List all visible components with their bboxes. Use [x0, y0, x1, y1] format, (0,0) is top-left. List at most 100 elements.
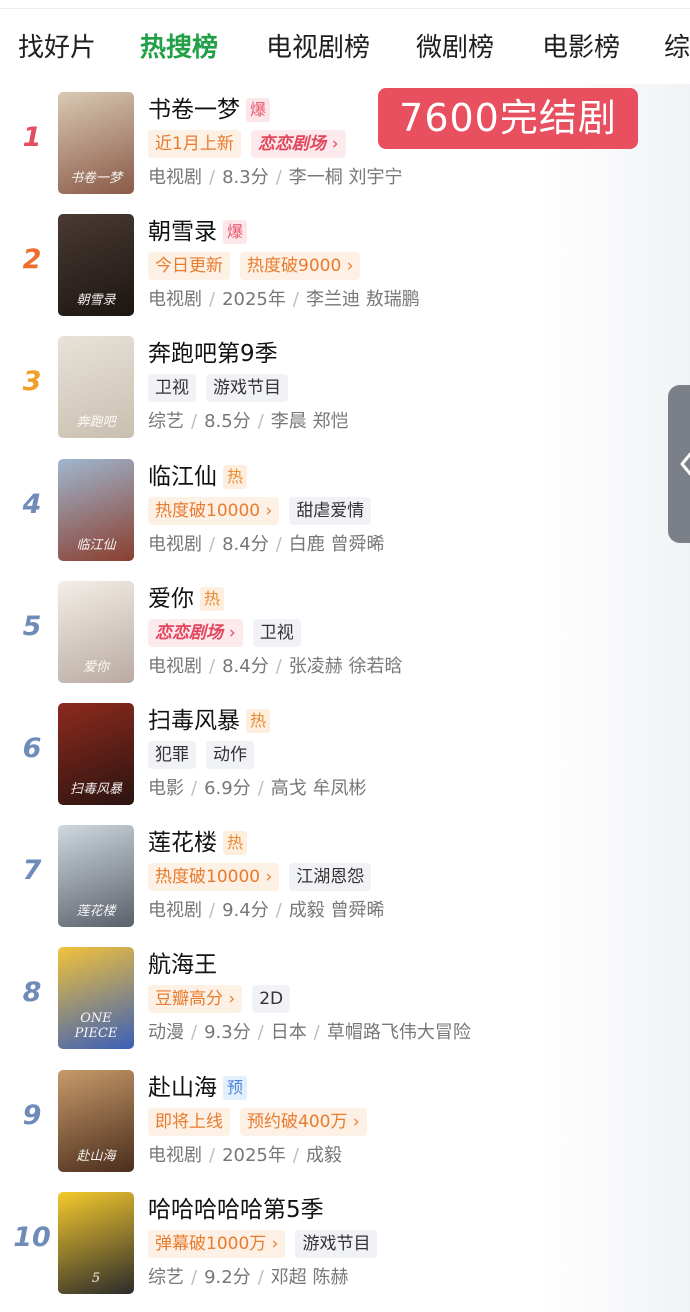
tag-chip[interactable]: 热度破10000 ›	[148, 863, 280, 892]
list-item[interactable]: 7 莲花楼 莲花楼热热度破10000 › 江湖恩怨 电视剧/9.4分 / 成毅 曾舜晞	[0, 821, 690, 929]
meta-field: 9.4分	[222, 900, 269, 922]
meta-separator: /	[209, 289, 216, 311]
tag-chip[interactable]: 犯罪	[148, 741, 196, 769]
title-line: 哈哈哈哈哈第5季	[148, 1194, 324, 1226]
category-tabs: 找好片 热搜榜 电视剧榜 微剧榜 电影榜 综	[0, 26, 690, 70]
list-item[interactable]: 3 奔跑吧 奔跑吧第9季卫视 游戏节目综艺 / 8.5分 / 李晨 郑恺	[0, 332, 690, 440]
tag-label: 恋恋剧场	[257, 134, 326, 154]
poster-title-art: 莲花楼	[76, 904, 116, 920]
list-item[interactable]: 9 赴山海 赴山海预即将上线 预约破400万 › 电视剧/2025年 / 成毅	[0, 1066, 690, 1174]
rank-number: 2	[22, 244, 42, 276]
list-item[interactable]: 10 5 哈哈哈哈哈第5季 弹幕破1000万 › 游戏节目 综艺 / 9.2分 / 邓超 陈赫	[0, 1188, 690, 1296]
poster-image[interactable]: 扫毒风暴	[58, 703, 134, 805]
list-item[interactable]: 6 扫毒风暴 扫毒风暴热犯罪 动作 电影/6.9分 / 高戈 牟凤彬	[0, 699, 690, 807]
meta-field: 8.4分	[222, 533, 269, 555]
tag-chip[interactable]: 甜虐爱情	[289, 496, 372, 525]
meta-field: 电影	[148, 778, 184, 799]
tag-label: 动作	[213, 745, 247, 765]
rank-number: 7	[22, 855, 42, 887]
tag-chip[interactable]: 预约破400万 ›	[240, 1107, 367, 1136]
item-title[interactable]: 书卷一梦	[148, 94, 240, 126]
poster-image[interactable]: 奔跑吧	[58, 336, 134, 439]
heat-badge: 热	[246, 709, 271, 733]
item-title[interactable]: 航海王	[148, 949, 217, 981]
meta-line: 综艺 / 8.5分 / 李晨 郑恺	[148, 408, 349, 436]
chevron-right-icon: ›	[265, 867, 273, 888]
tab-hot-search[interactable]: 热搜榜	[140, 26, 218, 70]
meta-field: 白鹿 曾舜晞	[288, 533, 385, 555]
meta-field: 8.3分	[222, 167, 269, 188]
tag-chip[interactable]: 卫视	[252, 618, 301, 647]
meta-line: 综艺 / 9.2分 / 邓超 陈赫	[148, 1264, 349, 1292]
tag-chip[interactable]: 动作	[206, 741, 254, 769]
meta-field: 邓超 陈赫	[270, 1266, 349, 1288]
tag-line: 豆瓣高分 › 2D	[148, 985, 300, 1014]
tab-movies[interactable]: 电影榜	[542, 26, 620, 70]
meta-separator: /	[209, 1144, 216, 1166]
tag-chip[interactable]: 豆瓣高分 ›	[148, 985, 243, 1014]
poster-image[interactable]: 爱你	[58, 580, 134, 683]
tag-chip[interactable]: 2D	[252, 985, 291, 1014]
tag-chip[interactable]: 游戏节目	[206, 374, 288, 403]
tag-chip[interactable]: 恋恋剧场 ›	[250, 130, 346, 158]
float-side-icon	[680, 452, 690, 476]
tab-good-films[interactable]: 找好片	[18, 26, 96, 70]
poster-image[interactable]: ONE PIECE	[58, 947, 134, 1050]
item-title[interactable]: 赴山海	[148, 1072, 217, 1104]
meta-field: 日本	[270, 1022, 307, 1044]
poster-image[interactable]: 莲花楼	[58, 825, 134, 928]
item-title[interactable]: 莲花楼	[148, 827, 217, 859]
item-title[interactable]: 爱你	[148, 583, 194, 615]
list-item[interactable]: 2 朝雪录 朝雪录爆今日更新 热度破9000 › 电视剧/2025年 / 李兰迪 敖瑞鹏	[0, 210, 690, 318]
tag-chip[interactable]: 近1月上新	[148, 130, 241, 158]
title-line: 航海王	[148, 949, 217, 981]
meta-separator: /	[257, 1022, 264, 1044]
list-item[interactable]: 4 临江仙 临江仙热热度破10000 › 甜虐爱情 电视剧/8.4分 / 白鹿 曾舜晞	[0, 455, 690, 563]
heat-badge: 爆	[246, 98, 271, 122]
tag-chip[interactable]: 热度破10000 ›	[148, 496, 280, 525]
tag-chip[interactable]: 卫视	[148, 374, 196, 403]
overlay-badge: 7600完结剧	[378, 88, 638, 149]
item-title[interactable]: 扫毒风暴	[148, 705, 240, 737]
tag-line: 今日更新 热度破9000 ›	[148, 252, 370, 281]
tag-label: 弹幕破1000万	[155, 1233, 267, 1254]
meta-field: 电视剧	[148, 1144, 202, 1166]
poster-image[interactable]: 临江仙	[58, 458, 134, 561]
title-line: 扫毒风暴热	[148, 705, 271, 737]
tag-chip[interactable]: 今日更新	[148, 252, 230, 281]
tab-tv-series[interactable]: 电视剧榜	[266, 26, 370, 70]
meta-field: 综艺	[148, 1266, 184, 1288]
tab-micro-drama[interactable]: 微剧榜	[416, 26, 494, 70]
tag-label: 卫视	[155, 378, 189, 399]
list-item[interactable]: 8 ONE PIECE 航海王 豆瓣高分 › 2D 动漫 / 9.3分 / 日本 / 草帽路飞伟大…	[0, 943, 690, 1051]
item-title[interactable]: 临江仙	[148, 461, 217, 493]
tag-chip[interactable]: 即将上线	[148, 1107, 230, 1136]
poster-image[interactable]: 朝雪录	[58, 214, 134, 317]
title-line: 临江仙热	[148, 461, 248, 493]
list-item[interactable]: 5 爱你 爱你热恋恋剧场 › 卫视 电视剧/8.4分 / 张凌赫 徐若晗	[0, 577, 690, 685]
poster-image[interactable]: 书卷一梦	[58, 92, 134, 194]
tag-chip[interactable]: 江湖恩怨	[289, 863, 372, 892]
tag-chip[interactable]: 弹幕破1000万 ›	[148, 1229, 286, 1258]
item-title[interactable]: 哈哈哈哈哈第5季	[148, 1194, 324, 1226]
item-title[interactable]: 奔跑吧第9季	[148, 338, 278, 370]
poster-image[interactable]: 5	[58, 1191, 134, 1294]
float-side-button[interactable]	[668, 385, 690, 543]
meta-separator: /	[209, 655, 216, 677]
chevron-right-icon: ›	[352, 1111, 360, 1132]
item-title[interactable]: 朝雪录	[148, 216, 217, 248]
tag-chip[interactable]: 恋恋剧场 ›	[148, 618, 243, 647]
tab-variety[interactable]: 综	[664, 26, 690, 70]
poster-image[interactable]: 赴山海	[58, 1069, 134, 1172]
meta-field: 2025年	[222, 289, 286, 311]
meta-separator: /	[275, 533, 282, 555]
tag-chip[interactable]: 游戏节目	[295, 1229, 378, 1258]
tag-label: 即将上线	[155, 1111, 223, 1132]
tag-chip[interactable]: 热度破9000 ›	[240, 252, 361, 281]
heat-badge: 热	[223, 464, 248, 489]
tag-label: 游戏节目	[213, 378, 281, 399]
chevron-right-icon: ›	[331, 134, 339, 154]
meta-line: 电视剧 / 8.4分 / 白鹿 曾舜晞	[148, 531, 385, 559]
meta-field: 电视剧	[148, 655, 202, 677]
rank-number: 3	[22, 366, 42, 398]
